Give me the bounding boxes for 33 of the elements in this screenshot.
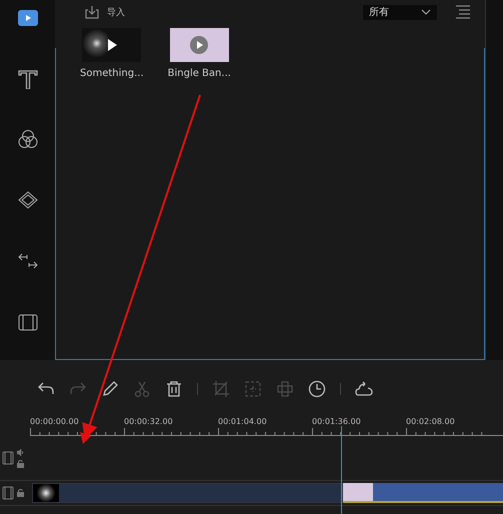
pencil-icon[interactable]	[101, 380, 119, 398]
video-thumbnail[interactable]	[82, 28, 142, 62]
play-icon	[189, 35, 210, 55]
speaker-icon[interactable]	[17, 448, 25, 456]
clip-thumbnail	[33, 484, 59, 502]
filter-dropdown[interactable]: 所有	[363, 4, 437, 20]
caret-icon	[421, 9, 431, 15]
lock-icon[interactable]	[17, 489, 24, 497]
arrows-icon	[16, 250, 38, 270]
film-icon	[2, 451, 14, 465]
text-icon	[16, 69, 38, 89]
import-button[interactable]: 导入	[85, 5, 125, 19]
file-name: Something...	[80, 68, 144, 79]
import-icon	[85, 5, 99, 19]
film-icon	[16, 312, 38, 332]
circles-icon	[16, 128, 38, 148]
timecode: 00:01:04.00	[218, 417, 268, 426]
timecode: 00:00:00.00	[30, 417, 80, 426]
film-icon	[2, 486, 14, 500]
lock-icon[interactable]	[17, 460, 24, 468]
video-clip[interactable]	[343, 483, 503, 503]
clock-icon[interactable]	[308, 380, 326, 398]
timecode: 00:00:32.00	[124, 417, 174, 426]
menu-icon[interactable]	[455, 5, 471, 19]
layers-icon	[16, 190, 38, 210]
video-clip[interactable]	[32, 483, 343, 503]
timecode: 00:01:36.00	[312, 417, 362, 426]
play-icon	[16, 8, 38, 28]
cloud-arrow-icon[interactable]	[355, 380, 373, 398]
video-thumbnail[interactable]	[170, 28, 229, 62]
timecode: 00:02:08.00	[406, 417, 456, 426]
file-name: Bingle Ban...	[168, 68, 231, 79]
trash-icon[interactable]	[165, 380, 183, 398]
